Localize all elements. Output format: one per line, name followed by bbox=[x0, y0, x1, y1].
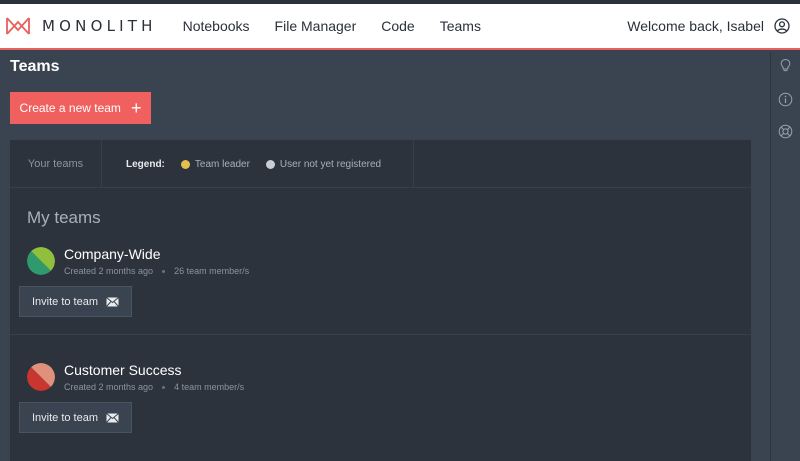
user-area: Welcome back, Isabel bbox=[627, 18, 790, 34]
meta-separator bbox=[162, 385, 166, 389]
legend-item-unregistered: User not yet registered bbox=[265, 158, 382, 170]
invite-label: Invite to team bbox=[31, 295, 99, 308]
plus-icon: + bbox=[130, 98, 142, 118]
team-name[interactable]: Customer Success bbox=[64, 362, 181, 378]
team-avatar[interactable] bbox=[27, 363, 55, 391]
welcome-text: Welcome back, Isabel bbox=[627, 18, 764, 34]
team-leader-icon bbox=[180, 159, 190, 169]
invite-to-team-button[interactable]: Invite to team bbox=[19, 286, 132, 317]
unregistered-user-icon bbox=[265, 159, 275, 169]
info-icon[interactable] bbox=[778, 92, 793, 107]
teams-panel: Your teams Legend: Team leader User not … bbox=[10, 140, 751, 461]
team-members: 26 team member/s bbox=[174, 266, 250, 276]
nav-code[interactable]: Code bbox=[381, 18, 414, 34]
nav-notebooks[interactable]: Notebooks bbox=[183, 18, 250, 34]
team-divider bbox=[10, 334, 751, 335]
mail-icon bbox=[106, 412, 119, 423]
panel-header: Your teams Legend: Team leader User not … bbox=[10, 140, 751, 188]
tab-your-teams[interactable]: Your teams bbox=[10, 140, 102, 188]
invite-to-team-button[interactable]: Invite to team bbox=[19, 402, 132, 433]
team-meta: Created 2 months ago 26 team member/s bbox=[64, 266, 249, 276]
legend-label: User not yet registered bbox=[279, 158, 382, 170]
team-created: Created 2 months ago bbox=[64, 382, 154, 392]
invite-label: Invite to team bbox=[31, 411, 99, 424]
monolith-logo-icon bbox=[6, 17, 30, 35]
team-members: 4 team member/s bbox=[174, 382, 245, 392]
page-title: Teams bbox=[10, 58, 60, 75]
team-created: Created 2 months ago bbox=[64, 266, 154, 276]
team-name[interactable]: Company-Wide bbox=[64, 246, 160, 262]
mail-icon bbox=[106, 296, 119, 307]
support-icon[interactable] bbox=[778, 124, 793, 139]
create-team-button[interactable]: Create a new team + bbox=[10, 92, 151, 124]
nav-teams[interactable]: Teams bbox=[440, 18, 481, 34]
nav-file-manager[interactable]: File Manager bbox=[275, 18, 357, 34]
user-profile-icon[interactable] bbox=[774, 18, 790, 34]
team-avatar[interactable] bbox=[27, 247, 55, 275]
top-navbar: MONOLITH Notebooks File Manager Code Tea… bbox=[0, 4, 800, 50]
brand-name: MONOLITH bbox=[42, 17, 157, 35]
section-title-my-teams: My teams bbox=[27, 208, 101, 227]
nav-links: Notebooks File Manager Code Teams bbox=[183, 18, 506, 34]
meta-separator bbox=[162, 269, 166, 273]
team-meta: Created 2 months ago 4 team member/s bbox=[64, 382, 244, 392]
right-rail bbox=[770, 52, 800, 461]
create-team-label: Create a new team bbox=[19, 101, 121, 115]
legend-item-team-leader: Team leader bbox=[180, 158, 250, 170]
legend-label: Team leader bbox=[194, 158, 250, 170]
logo[interactable]: MONOLITH bbox=[6, 16, 157, 36]
legend: Legend: Team leader User not yet registe… bbox=[102, 140, 414, 188]
legend-title: Legend: bbox=[126, 158, 165, 170]
lightbulb-icon[interactable] bbox=[778, 58, 793, 73]
